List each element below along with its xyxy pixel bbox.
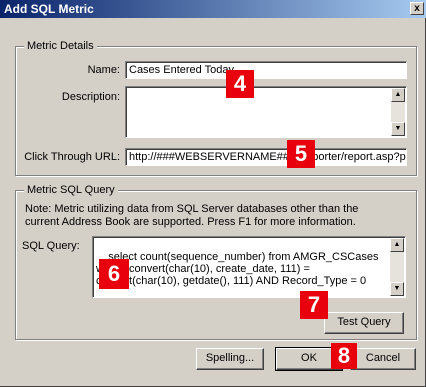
description-label: Description: [61, 91, 120, 103]
test-query-button[interactable]: Test Query [324, 312, 404, 334]
callout-6: 6 [99, 259, 129, 289]
add-sql-metric-dialog: Add SQL Metric x Metric Details Name: Ca… [0, 0, 426, 387]
description-scrollbar[interactable]: ▲ ▼ [391, 88, 405, 136]
sql-query-text: select count(sequence_number) from AMGR_… [96, 251, 379, 287]
description-field[interactable]: ▲ ▼ [125, 86, 407, 138]
callout-8: 8 [331, 343, 357, 369]
callout-5: 5 [287, 140, 315, 168]
metric-sql-query-legend: Metric SQL Query [24, 184, 118, 196]
click-through-url-label: Click Through URL: [24, 151, 120, 163]
scroll-down-arrow-icon[interactable]: ▼ [390, 282, 404, 296]
callout-7: 7 [300, 291, 328, 319]
scroll-up-arrow-icon[interactable]: ▲ [390, 238, 404, 252]
close-button[interactable]: x [410, 2, 424, 15]
cancel-button[interactable]: Cancel [350, 348, 416, 370]
click-through-url-field[interactable]: http://###WEBSERVERNAME###/Reporter/repo… [125, 148, 407, 166]
sql-query-field[interactable]: select count(sequence_number) from AMGR_… [92, 236, 406, 298]
sql-query-label: SQL Query: [22, 240, 80, 252]
scroll-up-arrow-icon[interactable]: ▲ [391, 88, 405, 102]
callout-4: 4 [226, 70, 254, 98]
dialog-title: Add SQL Metric [4, 2, 94, 16]
spelling-button[interactable]: Spelling... [196, 348, 264, 370]
scroll-down-arrow-icon[interactable]: ▼ [391, 122, 405, 136]
metric-sql-note: Note: Metric utilizing data from SQL Ser… [25, 203, 359, 228]
name-field[interactable]: Cases Entered Today [125, 61, 407, 79]
title-bar: Add SQL Metric x [0, 0, 426, 18]
metric-details-legend: Metric Details [24, 40, 97, 52]
name-label: Name: [87, 64, 120, 76]
sql-query-scrollbar[interactable]: ▲ ▼ [390, 238, 404, 296]
